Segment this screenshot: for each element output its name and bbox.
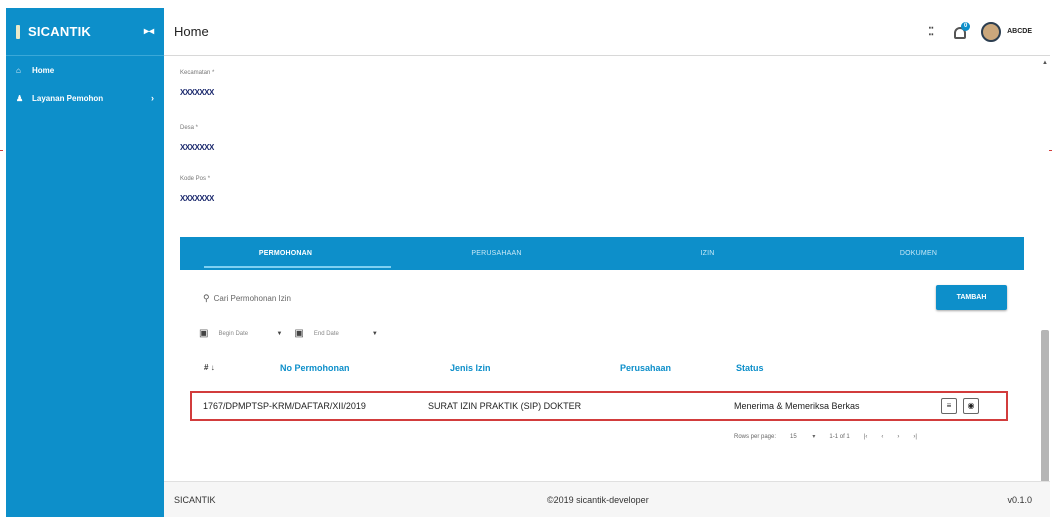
arrow-down-icon: ↓ [210, 363, 215, 372]
notification-bell-icon[interactable]: 0 [953, 21, 971, 39]
avatar[interactable] [981, 21, 1002, 42]
search-icon: ⚲ [203, 293, 210, 303]
chevron-right-icon: › [151, 93, 154, 103]
user-name[interactable]: ABCDE [1007, 28, 1032, 35]
sort-label: # [204, 363, 209, 372]
field-value: XXXXXXX [180, 88, 214, 97]
first-page-icon[interactable]: |‹ [864, 434, 868, 440]
pagination: Rows per page: 15 ▾ 1-1 of 1 |‹ ‹ › ›| [734, 433, 931, 441]
sidebar-item-home[interactable]: ⌂ Home [6, 56, 164, 84]
rows-per-page-label: Rows per page: [734, 433, 777, 440]
page-title: Home [174, 24, 209, 39]
sidebar-header: SICANTIK ▸◂ [6, 8, 164, 56]
field-kode-pos: Kode Pos * XXXXXXX [180, 176, 214, 206]
last-page-icon[interactable]: ›| [913, 434, 917, 440]
col-jenis-izin[interactable]: Jenis Izin [450, 363, 491, 373]
field-label: Kode Pos * [180, 176, 211, 182]
home-icon: ⌂ [16, 65, 21, 75]
rows-per-page-select[interactable]: 15 ▾ [790, 433, 815, 440]
footer: SICANTIK ©2019 sicantik-developer v0.1.0 [164, 481, 1050, 517]
scroll-up-icon[interactable]: ▲ [1042, 60, 1048, 66]
top-header: Home ⁚⁚ 0 ABCDE [164, 8, 1050, 56]
tab-permohonan[interactable]: PERMOHONAN [180, 237, 391, 270]
brand-title: SICANTIK [28, 24, 91, 39]
sidebar-item-label: Home [32, 65, 55, 75]
date-filters: ▣ Begin Date ▼ ▣ End Date ▼ [199, 328, 390, 339]
end-date-input[interactable]: End Date [314, 331, 372, 337]
col-status[interactable]: Status [736, 363, 764, 373]
search-field[interactable]: ⚲ Cari Permohonan Izin [203, 293, 291, 304]
field-label-text: Desa [180, 125, 195, 131]
cell-jenis-izin: SURAT IZIN PRAKTIK (SIP) DOKTER [428, 401, 582, 411]
cell-status: Menerima & Memeriksa Berkas [734, 401, 860, 411]
search-input[interactable]: Cari Permohonan Izin [214, 294, 291, 303]
tab-dokumen[interactable]: DOKUMEN [813, 237, 1024, 270]
user-icon: ♟ [16, 93, 24, 103]
rows-per-page-value: 15 [790, 434, 797, 440]
notification-badge: 0 [961, 21, 971, 31]
field-label-text: Kecamatan [180, 70, 211, 76]
prev-page-icon[interactable]: ‹ [881, 434, 883, 440]
end-date-field[interactable]: ▣ End Date ▼ [294, 328, 377, 339]
footer-version: v0.1.0 [1007, 494, 1032, 505]
calendar-icon: ▣ [199, 328, 209, 339]
list-detail-icon[interactable]: ≡ [941, 398, 957, 414]
field-value: XXXXXXX [180, 143, 214, 152]
begin-date-input[interactable]: Begin Date [218, 331, 276, 337]
edge-marker [0, 150, 3, 151]
col-perusahaan[interactable]: Perusahaan [620, 363, 671, 373]
tab-perusahaan[interactable]: PERUSAHAAN [391, 237, 602, 270]
field-label-text: Kode Pos [180, 176, 207, 182]
chevron-down-icon[interactable]: ▼ [372, 331, 378, 337]
calendar-icon: ▣ [294, 328, 304, 339]
header-actions: ⁚⁚ 0 ABCDE [928, 21, 1032, 42]
tab-bar: PERMOHONAN PERUSAHAAN IZIN DOKUMEN [180, 237, 1024, 270]
sort-column-header[interactable]: # ↓ [204, 363, 215, 372]
page-range: 1-1 of 1 [829, 433, 850, 440]
next-page-icon[interactable]: › [897, 434, 899, 440]
table-row[interactable]: 1767/DPMPTSP-KRM/DAFTAR/XII/2019 SURAT I… [190, 391, 1008, 421]
tab-izin[interactable]: IZIN [602, 237, 813, 270]
sidebar-item-label: Layanan Pemohon [32, 93, 104, 103]
view-eye-icon[interactable]: ◉ [963, 398, 979, 414]
begin-date-field[interactable]: ▣ Begin Date ▼ [199, 328, 282, 339]
brand-logo-icon [16, 24, 20, 39]
app-root: SICANTIK ▸◂ ⌂ Home ♟ Layanan Pemohon › H… [0, 0, 1052, 517]
add-button[interactable]: TAMBAH [936, 285, 1007, 310]
sidebar-item-layanan-pemohon[interactable]: ♟ Layanan Pemohon › [6, 84, 164, 112]
chevron-down-icon[interactable]: ▼ [276, 331, 282, 337]
col-no-permohonan[interactable]: No Permohonan [280, 363, 350, 373]
sidebar: SICANTIK ▸◂ ⌂ Home ♟ Layanan Pemohon › [6, 8, 164, 517]
table-header: # ↓ No Permohonan Jenis Izin Perusahaan … [204, 363, 1024, 379]
field-label: Kecamatan * [180, 70, 215, 76]
footer-copyright: ©2019 sicantik-developer [547, 494, 649, 505]
field-label: Desa * [180, 125, 199, 131]
collapse-sidebar-icon[interactable]: ▸◂ [144, 26, 154, 37]
field-value: XXXXXXX [180, 194, 214, 203]
cell-no-permohonan: 1767/DPMPTSP-KRM/DAFTAR/XII/2019 [203, 401, 366, 411]
fullscreen-icon[interactable]: ⁚⁚ [928, 25, 934, 38]
field-kecamatan: Kecamatan * XXXXXXX [180, 70, 214, 100]
field-desa: Desa * XXXXXXX [180, 125, 214, 155]
